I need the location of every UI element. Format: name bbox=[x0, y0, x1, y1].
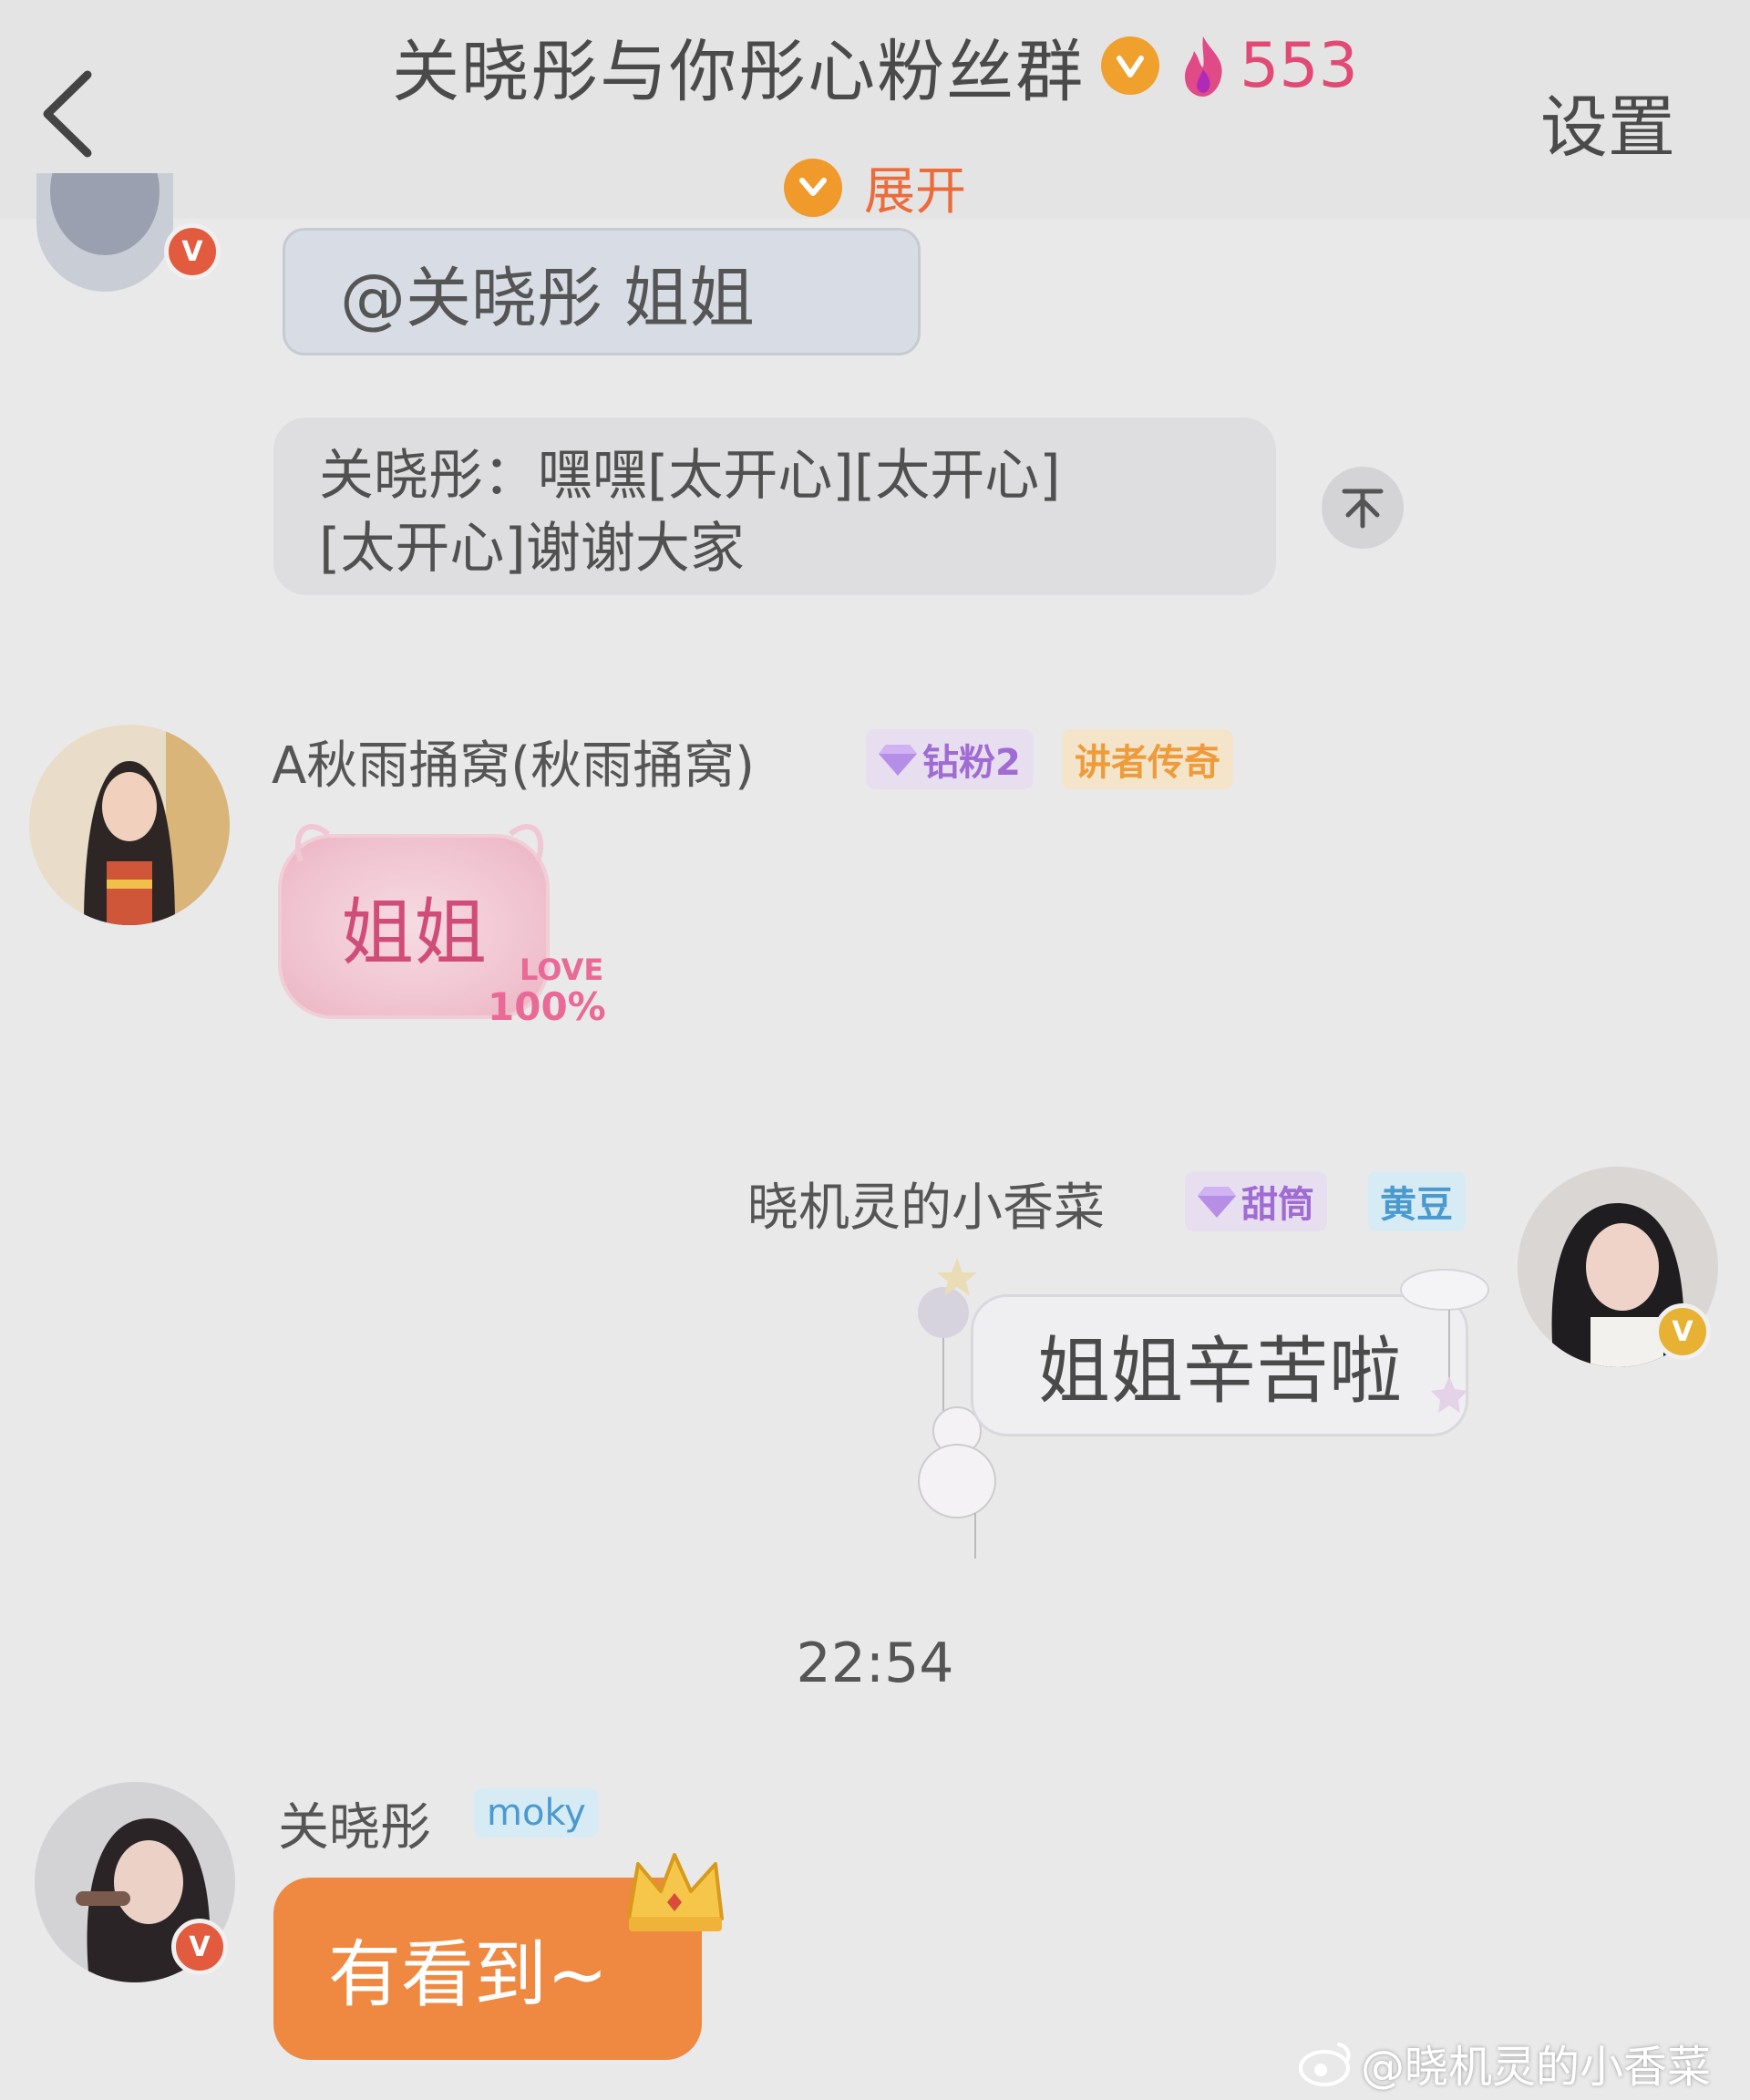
group-title-row: 关晓彤与你彤心粉丝群 553 bbox=[0, 20, 1750, 111]
watermark: @晓机灵的小香菜 bbox=[1299, 2031, 1711, 2095]
sticker-text: 姐姐辛苦啦 bbox=[1037, 1329, 1402, 1414]
sticker-love-label: LOVE bbox=[520, 952, 604, 987]
fan-level-label: 钻粉2 bbox=[922, 742, 1021, 784]
sender-name[interactable]: 晓机灵的小香菜 bbox=[747, 1167, 1105, 1240]
chevron-down-icon bbox=[784, 158, 842, 217]
mention-bubble[interactable]: @关晓彤 姐姐 bbox=[283, 228, 921, 355]
mention-text: @关晓彤 姐姐 bbox=[340, 259, 755, 336]
crown-icon bbox=[627, 1853, 724, 1931]
fan-level-badge: 钻粉2 bbox=[866, 729, 1034, 789]
diamond-icon bbox=[879, 745, 917, 776]
sender-name[interactable]: 关晓彤 bbox=[278, 1786, 431, 1860]
pin-top-icon bbox=[1342, 489, 1384, 529]
v-badge-icon bbox=[1101, 36, 1160, 95]
sender-name[interactable]: A秋雨捅窝(秋雨捅窝) bbox=[272, 725, 755, 798]
fan-level-badge: 甜筒 bbox=[1185, 1171, 1327, 1231]
cat-ears-decoration bbox=[294, 824, 544, 862]
member-tag: moky bbox=[474, 1788, 599, 1838]
message-text: 有看到~ bbox=[328, 1932, 609, 2017]
pinned-line-1: 关晓彤：嘿嘿[太开心][太开心] bbox=[319, 444, 1061, 508]
fire-icon bbox=[1185, 36, 1222, 97]
member-count: 553 bbox=[1240, 29, 1358, 102]
sticker-text: 姐姐 bbox=[341, 890, 487, 975]
expand-button[interactable]: 展开 bbox=[0, 150, 1750, 224]
verified-badge-icon: V bbox=[164, 223, 221, 280]
pin-top-button[interactable] bbox=[1322, 467, 1404, 549]
title-badge: 黄豆 bbox=[1367, 1171, 1466, 1231]
avatar[interactable] bbox=[36, 173, 173, 292]
expand-label: 展开 bbox=[864, 162, 966, 221]
pinned-message[interactable]: 关晓彤：嘿嘿[太开心][太开心] [太开心]谢谢大家 bbox=[273, 417, 1276, 595]
member-count-group: 553 bbox=[1176, 30, 1358, 102]
verified-badge-icon: V bbox=[1654, 1303, 1711, 1360]
fan-level-label: 甜筒 bbox=[1241, 1184, 1314, 1226]
cloud-decoration bbox=[1400, 1269, 1489, 1413]
pinned-line-2: [太开心]谢谢大家 bbox=[319, 517, 745, 581]
group-title: 关晓彤与你彤心粉丝群 bbox=[392, 32, 1086, 111]
diamond-icon bbox=[1198, 1187, 1236, 1218]
verified-badge-icon: V bbox=[171, 1919, 228, 1975]
title-badge: 讲者传奇 bbox=[1062, 729, 1233, 789]
sticker-love-percent: 100% bbox=[488, 984, 606, 1029]
timestamp: 22:54 bbox=[796, 1632, 954, 1695]
weibo-icon bbox=[1299, 2043, 1351, 2086]
watermark-text: @晓机灵的小香菜 bbox=[1361, 2042, 1712, 2093]
avatar[interactable] bbox=[29, 725, 230, 925]
